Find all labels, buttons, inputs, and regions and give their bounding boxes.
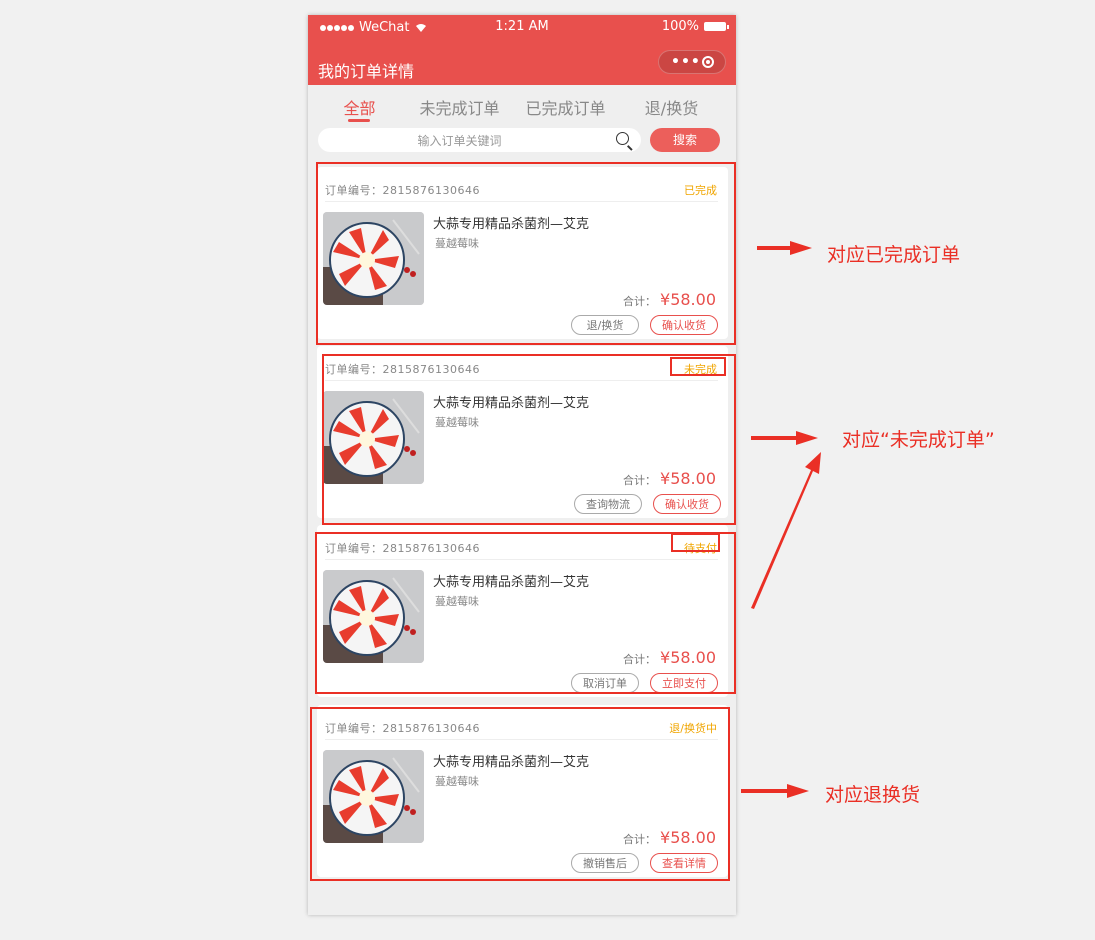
arrow-icon: [751, 452, 821, 609]
arrow-icon: [741, 784, 809, 798]
annotation-completed: 对应已完成订单: [827, 244, 961, 266]
arrow-icon: [751, 431, 818, 445]
annotation-arrows: [741, 241, 821, 798]
arrow-icon: [757, 241, 812, 255]
annotation-return-exchange: 对应退换货: [825, 784, 921, 806]
annotation-unfinished: 对应“未完成订单”: [842, 429, 995, 451]
